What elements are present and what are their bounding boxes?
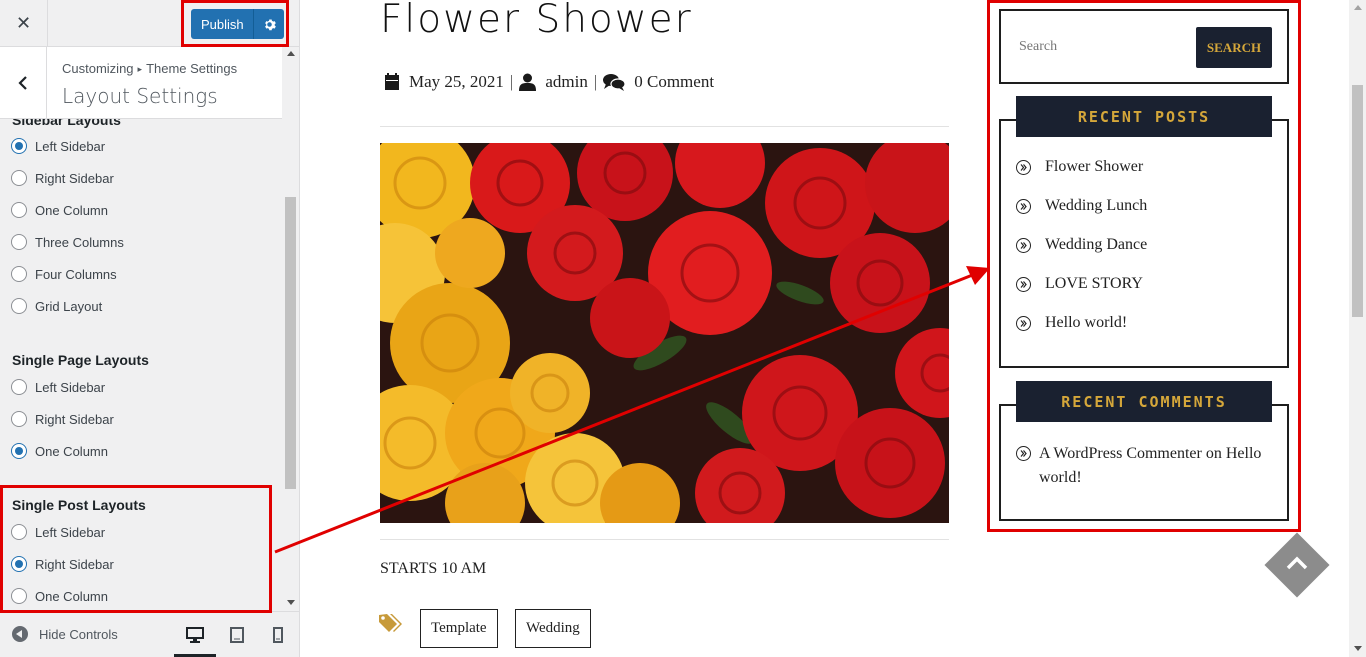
post-title: Flower Shower [380,0,693,42]
user-icon [519,73,537,91]
single-post-layout-option[interactable]: One Column [11,586,108,606]
post-author[interactable]: admin [545,72,588,92]
gear-icon[interactable] [254,18,284,31]
chevron-up-icon [1286,556,1308,570]
post-meta: May 25, 2021 | admin | 0 Comment [384,72,714,92]
site-preview: Flower Shower May 25, 2021 | admin | 0 C… [300,0,1349,657]
sidebar-layouts-title: Sidebar Layouts [12,119,121,128]
collapse-icon [12,626,28,642]
single-page-layout-option[interactable]: Right Sidebar [11,409,114,429]
post-comments-count[interactable]: 0 Comment [634,72,714,92]
post-date[interactable]: May 25, 2021 [409,72,504,92]
comment-author-link[interactable]: A WordPress Commenter [1039,445,1202,462]
tablet-preview-button[interactable] [226,624,248,646]
recent-posts-title: RECENT POSTS [1016,96,1272,137]
sidebar-layout-option[interactable]: One Column [11,200,108,220]
chevron-right-icon [1016,446,1031,461]
calendar-icon [384,73,400,91]
recent-post-link[interactable]: Wedding Lunch [1016,197,1147,215]
customizer-panel: ✕ Publish Customizing ▸ Theme Settings Lay… [0,0,300,657]
back-button[interactable] [0,47,47,118]
single-page-layouts-title: Single Page Layouts [12,352,149,368]
post-excerpt: STARTS 10 AM [380,560,487,577]
recent-post-link[interactable]: Wedding Dance [1016,236,1147,254]
publish-button[interactable]: Publish [191,9,284,39]
recent-post-link[interactable]: LOVE STORY [1016,275,1143,293]
scroll-down-icon[interactable] [287,600,295,605]
desktop-icon [186,627,204,643]
scroll-up-icon[interactable] [1354,5,1362,10]
breadcrumb: Customizing ▸ Theme Settings [62,61,237,76]
chevron-right-icon [1016,198,1031,214]
chevron-right-icon [1016,276,1031,292]
single-post-layout-option[interactable]: Right Sidebar [11,554,114,574]
hide-controls-button[interactable]: Hide Controls [12,626,118,642]
sidebar-layout-option[interactable]: Four Columns [11,264,117,284]
customizer-footer: Hide Controls [0,611,299,657]
breadcrumb-root: Customizing [62,61,134,76]
section-title: Layout Settings [62,84,218,108]
panel-scroll-area: Sidebar Layouts Left Sidebar Right Sideb… [0,119,282,611]
close-customizer-button[interactable]: ✕ [0,0,48,46]
mobile-preview-button[interactable] [267,624,289,646]
preview-scroll-thumb[interactable] [1352,85,1363,317]
divider [380,539,949,540]
divider [380,126,949,127]
sidebar-layout-option[interactable]: Left Sidebar [11,136,105,156]
preview-scrollbar[interactable] [1349,0,1366,657]
breadcrumb-arrow-icon: ▸ [137,64,143,74]
breadcrumb-parent: Theme Settings [146,61,238,76]
scroll-up-icon[interactable] [287,51,295,56]
section-header: Customizing ▸ Theme Settings Layout Settin… [0,47,282,119]
single-page-layout-option[interactable]: Left Sidebar [11,377,105,397]
chevron-right-icon [1016,237,1031,253]
scroll-down-icon[interactable] [1354,646,1362,651]
mobile-icon [273,627,283,643]
chevron-right-icon [1016,159,1031,175]
recent-post-link[interactable]: Flower Shower [1016,158,1143,176]
recent-post-link[interactable]: Hello world! [1016,314,1127,332]
chevron-left-icon [18,75,27,90]
recent-comment-item: A WordPress Commenter on Hello world! [1016,442,1276,490]
hide-controls-label: Hide Controls [39,626,118,642]
panel-scroll-thumb[interactable] [285,197,296,489]
featured-image [380,143,949,523]
tags-icon [379,613,405,638]
single-page-layout-option[interactable]: One Column [11,441,108,461]
recent-comments-title: RECENT COMMENTS [1016,381,1272,422]
desktop-preview-button[interactable] [184,624,206,646]
close-icon: ✕ [15,12,32,33]
search-input[interactable] [1019,29,1179,65]
chevron-right-icon [1016,315,1031,331]
publish-label: Publish [201,16,244,32]
search-widget: SEARCH [999,9,1289,84]
sidebar-layout-option[interactable]: Three Columns [11,232,124,252]
sidebar-layout-option[interactable]: Right Sidebar [11,168,114,188]
single-post-layouts-title: Single Post Layouts [12,497,146,513]
sidebar-layout-option[interactable]: Grid Layout [11,296,102,316]
customizer-header: ✕ Publish [0,0,299,47]
panel-scrollbar[interactable] [282,47,299,611]
single-post-layout-option[interactable]: Left Sidebar [11,522,105,542]
search-button[interactable]: SEARCH [1196,27,1272,68]
comments-icon [603,73,626,91]
tag-link[interactable]: Wedding [515,609,591,648]
tag-link[interactable]: Template [420,609,498,648]
tablet-icon [230,627,244,643]
